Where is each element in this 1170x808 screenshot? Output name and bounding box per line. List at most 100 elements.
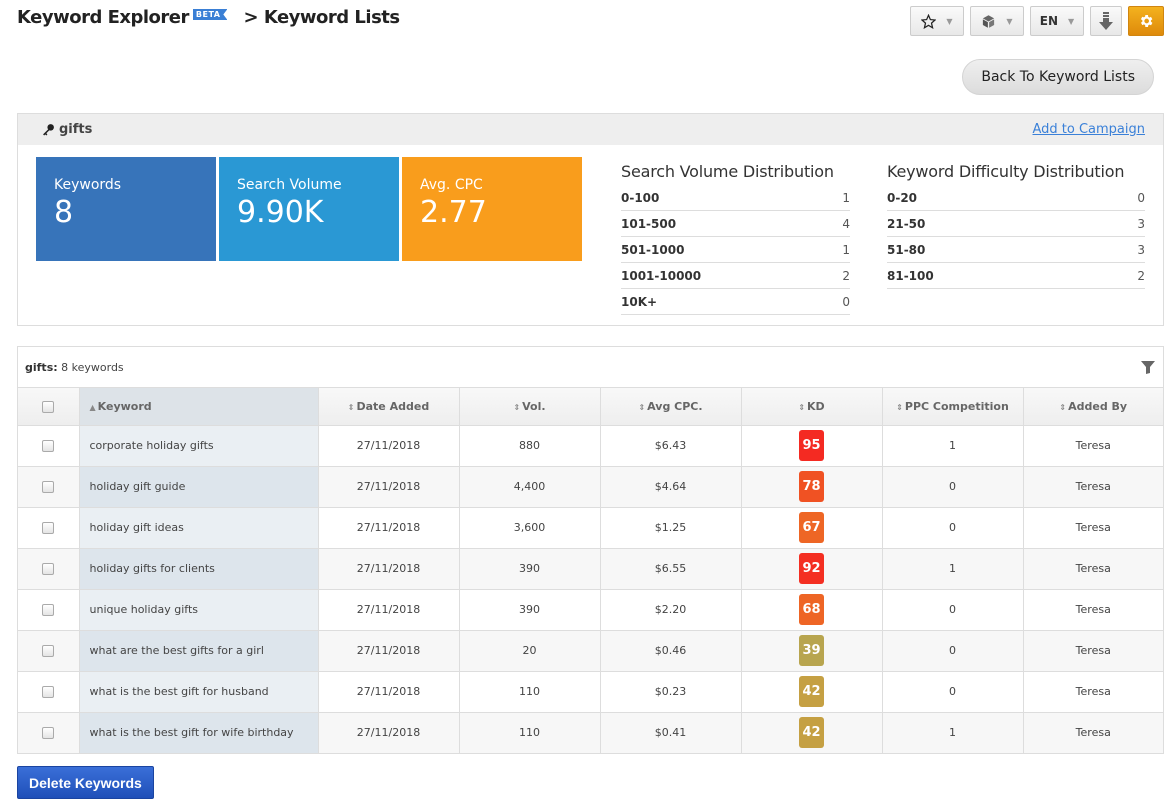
projects-dropdown[interactable]: ▼ [970, 6, 1024, 36]
tile-label: Keywords [54, 177, 122, 193]
range-count: 2 [1137, 268, 1145, 283]
ppc-competition-cell: 0 [882, 671, 1024, 713]
favorites-dropdown[interactable]: ▼ [910, 6, 964, 36]
sort-asc-icon: ▲ [89, 402, 96, 412]
row-checkbox[interactable] [42, 604, 55, 616]
keyword-cell: unique holiday gifts [79, 589, 319, 631]
distribution-row: 1001-10000 2 [621, 263, 850, 289]
row-select-cell [18, 671, 80, 713]
table-row: unique holiday gifts 27/11/2018 390 $2.20 68… [18, 589, 1163, 631]
table-header-row: ▲ Keyword ⇕ Date Added ⇕ Vol. ⇕ Avg CPC. ⇕ KD… [18, 388, 1163, 426]
select-all-checkbox[interactable] [42, 400, 55, 413]
cube-icon [983, 14, 995, 28]
search-volume-distribution: Search Volume Distribution 0-100 1 101-500… [621, 162, 850, 315]
summary-header: gifts Add to Campaign [18, 114, 1163, 145]
delete-keywords-button[interactable]: Delete Keywords [17, 766, 154, 799]
avg-cpc-cell: $1.25 [600, 507, 742, 549]
table-row: what is the best gift for wife birthday 2… [18, 712, 1163, 753]
language-label: EN [1039, 14, 1059, 28]
filter-icon[interactable] [1140, 359, 1156, 375]
add-to-campaign-link[interactable]: Add to Campaign [1032, 122, 1145, 137]
keywords-table-panel: gifts: 8 keywords ▲ Keyword ⇕ Date Added ⇕… [17, 346, 1164, 754]
added-by-cell: Teresa [1023, 630, 1163, 672]
column-header-avg-cpc[interactable]: ⇕ Avg CPC. [600, 388, 742, 426]
row-select-cell [18, 712, 80, 753]
row-select-cell [18, 425, 80, 467]
chevron-down-icon: ▼ [1006, 16, 1013, 26]
ppc-competition-cell: 1 [882, 425, 1024, 467]
keyword-cell: what is the best gift for wife birthday [79, 712, 319, 753]
tile-value: 9.90K [237, 195, 324, 230]
range-label: 0-20 [887, 190, 918, 205]
keyword-cell: corporate holiday gifts [79, 425, 319, 467]
ppc-competition-cell: 0 [882, 630, 1024, 672]
range-label: 1001-10000 [621, 268, 702, 283]
kd-badge: 67 [799, 512, 824, 543]
ppc-competition-cell: 1 [882, 548, 1024, 590]
kd-badge: 95 [799, 430, 824, 461]
row-checkbox[interactable] [42, 686, 55, 698]
metric-tiles: Keywords 8 Search Volume 9.90K Avg. CPC … [36, 157, 582, 261]
kd-badge: 68 [799, 594, 824, 625]
row-checkbox[interactable] [42, 481, 55, 493]
chevron-down-icon: ▼ [946, 16, 953, 26]
avg-cpc-cell: $4.64 [600, 466, 742, 508]
select-all-header [18, 388, 80, 426]
breadcrumb[interactable]: > Keyword Lists [243, 7, 400, 28]
back-to-keyword-lists-button[interactable]: Back To Keyword Lists [962, 59, 1154, 95]
sort-icon: ⇕ [896, 402, 903, 412]
keywords-table: ▲ Keyword ⇕ Date Added ⇕ Vol. ⇕ Avg CPC. ⇕ KD… [18, 388, 1163, 753]
date-added-cell: 27/11/2018 [318, 712, 460, 753]
gear-icon [1140, 15, 1153, 27]
keyword-cell: what are the best gifts for a girl [79, 630, 319, 672]
column-header-date-added[interactable]: ⇕ Date Added [318, 388, 460, 426]
column-header-added-by[interactable]: ⇕ Added By [1023, 388, 1163, 426]
range-label: 81-100 [887, 268, 934, 283]
row-checkbox[interactable] [42, 645, 55, 657]
row-select-cell [18, 466, 80, 508]
toolbar: ▼ ▼ EN ▼ [910, 6, 1164, 36]
row-checkbox[interactable] [42, 727, 55, 740]
avg-cpc-cell: $0.46 [600, 630, 742, 672]
ppc-competition-cell: 0 [882, 507, 1024, 549]
distribution-row: 10K+ 0 [621, 289, 850, 315]
added-by-cell: Teresa [1023, 466, 1163, 508]
added-by-cell: Teresa [1023, 671, 1163, 713]
range-count: 4 [842, 216, 850, 231]
column-header-ppc-competition[interactable]: ⇕ PPC Competition [882, 388, 1024, 426]
range-label: 0-100 [621, 190, 660, 205]
sort-icon: ⇕ [1059, 402, 1067, 412]
column-header-keyword[interactable]: ▲ Keyword [79, 388, 319, 426]
row-checkbox[interactable] [42, 440, 55, 452]
kd-cell: 39 [741, 630, 883, 672]
column-header-vol[interactable]: ⇕ Vol. [459, 388, 601, 426]
download-button[interactable] [1090, 6, 1122, 36]
kd-cell: 42 [741, 671, 883, 713]
app-title: Keyword Explorer [17, 7, 189, 28]
list-summary-panel: gifts Add to Campaign Keywords 8 Search … [17, 113, 1164, 326]
avg-cpc-cell: $2.20 [600, 589, 742, 631]
avg-cpc-cell: $6.43 [600, 425, 742, 467]
list-name-text: gifts [59, 122, 93, 137]
range-count: 3 [1137, 216, 1145, 231]
distribution-row: 0-100 1 [621, 185, 850, 211]
volume-cell: 20 [459, 630, 601, 672]
range-label: 51-80 [887, 242, 926, 257]
avg-cpc-cell: $0.23 [600, 671, 742, 713]
row-select-cell [18, 630, 80, 672]
table-caption: gifts: 8 keywords [18, 347, 1163, 388]
added-by-cell: Teresa [1023, 507, 1163, 549]
added-by-cell: Teresa [1023, 425, 1163, 467]
column-header-kd[interactable]: ⇕ KD [741, 388, 883, 426]
language-dropdown[interactable]: EN ▼ [1030, 6, 1084, 36]
row-checkbox[interactable] [42, 563, 55, 575]
kd-cell: 92 [741, 548, 883, 590]
volume-cell: 880 [459, 425, 601, 467]
row-checkbox[interactable] [42, 522, 55, 534]
list-label: gifts: [25, 360, 58, 374]
tile-label: Search Volume [237, 177, 342, 193]
distribution-title: Search Volume Distribution [621, 162, 834, 181]
settings-button[interactable] [1128, 6, 1164, 36]
key-icon [43, 124, 54, 136]
table-row: holiday gift ideas 27/11/2018 3,600 $1.25 67… [18, 507, 1163, 549]
